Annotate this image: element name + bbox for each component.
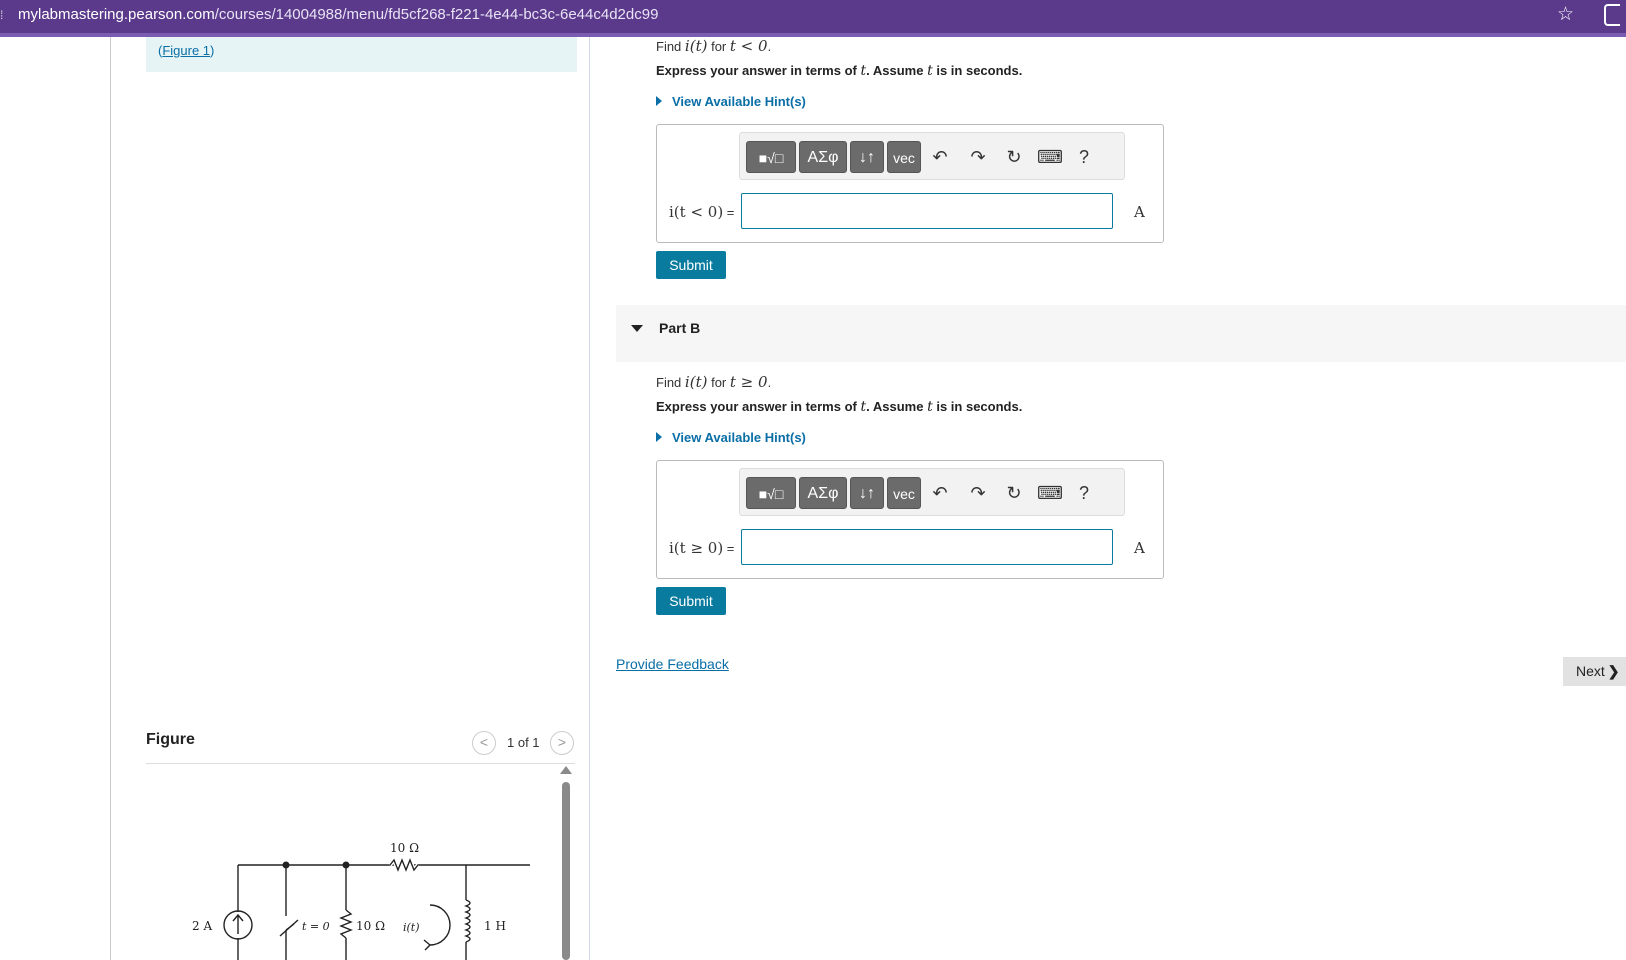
- part-a-hint-link[interactable]: View Available Hint(s): [656, 94, 806, 109]
- part-b-header[interactable]: Part B: [616, 305, 1626, 362]
- resistor-mid-label: 10 Ω: [356, 919, 385, 933]
- undo-icon[interactable]: ↶: [926, 141, 954, 173]
- part-b-equation-label: i(t ≥ 0) =: [669, 539, 735, 557]
- part-b-title: Part B: [659, 320, 701, 336]
- redo-icon[interactable]: ↷: [964, 141, 992, 173]
- current-arrow-icon: [429, 904, 451, 946]
- circuit-diagram: 2 A t = 0 10 Ω 10 Ω i(t) 1 H: [192, 841, 530, 960]
- greek-symbols-button[interactable]: ΑΣφ: [799, 477, 847, 509]
- figure-page-count: 1 of 1: [507, 735, 540, 750]
- scroll-up-arrow-icon[interactable]: [560, 766, 572, 774]
- left-panel-border: [110, 37, 111, 960]
- junction-node: [342, 861, 350, 869]
- chevron-right-icon: ❯: [1607, 663, 1620, 679]
- provide-feedback-link[interactable]: Provide Feedback: [616, 656, 729, 672]
- address-bar[interactable]: mylabmastering.pearson.com/courses/14004…: [18, 5, 658, 25]
- expand-triangle-icon: [656, 432, 662, 442]
- figure-pager: < 1 of 1 >: [472, 731, 578, 755]
- part-a-equation-label: i(t < 0) =: [669, 203, 735, 221]
- expand-triangle-icon: [656, 96, 662, 106]
- current-label: i(t): [403, 921, 420, 934]
- subscript-superscript-button[interactable]: ↓↑: [850, 141, 884, 173]
- part-a-answer-box: ■√□ ΑΣφ ↓↑ vec ↶ ↷ ↻ ⌨ ? i(t < 0) = A: [656, 124, 1164, 243]
- keyboard-icon[interactable]: ⌨: [1036, 477, 1064, 509]
- extensions-icon[interactable]: [1604, 4, 1620, 26]
- part-b-hint-link[interactable]: View Available Hint(s): [656, 430, 806, 445]
- part-a-unit: A: [1134, 203, 1145, 221]
- part-b-answer-box: ■√□ ΑΣφ ↓↑ vec ↶ ↷ ↻ ⌨ ? i(t ≥ 0) = A: [656, 460, 1164, 579]
- collapse-caret-icon: [631, 325, 643, 332]
- figure-prev-button[interactable]: <: [472, 731, 496, 755]
- resistor-10-ohm-vertical: [339, 909, 353, 939]
- help-icon[interactable]: ?: [1070, 477, 1098, 509]
- help-icon[interactable]: ?: [1070, 141, 1098, 173]
- part-b-prompt: Find i(t) for t ≥ 0.: [656, 373, 772, 391]
- source-label: 2 A: [192, 919, 212, 933]
- reset-icon[interactable]: ↻: [1000, 141, 1028, 173]
- junction-node: [282, 861, 290, 869]
- undo-icon[interactable]: ↶: [926, 477, 954, 509]
- figure-title: Figure: [146, 731, 195, 748]
- greek-symbols-button[interactable]: ΑΣφ: [799, 141, 847, 173]
- templates-button[interactable]: ■√□: [746, 477, 796, 509]
- inductor-icon: [464, 899, 471, 943]
- reset-icon[interactable]: ↻: [1000, 477, 1028, 509]
- figure-divider: [146, 763, 575, 764]
- redo-icon[interactable]: ↷: [964, 477, 992, 509]
- part-a-instructions: Express your answer in terms of t. Assum…: [656, 63, 1023, 79]
- part-b-submit-button[interactable]: Submit: [656, 587, 726, 615]
- switch-label: t = 0: [302, 920, 330, 933]
- part-b-answer-input[interactable]: [741, 529, 1113, 565]
- figure-scrollbar[interactable]: [562, 782, 570, 960]
- part-a-submit-button[interactable]: Submit: [656, 251, 726, 279]
- site-info-icon[interactable]: ⁞: [0, 8, 8, 22]
- vector-button[interactable]: vec: [887, 477, 921, 509]
- url-path: /courses/14004988/menu/fd5cf268-f221-4e4…: [214, 6, 659, 23]
- problem-intro-box: (Figure 1): [146, 37, 577, 72]
- math-toolbar: ■√□ ΑΣφ ↓↑ vec ↶ ↷ ↻ ⌨ ?: [739, 468, 1125, 516]
- vector-button[interactable]: vec: [887, 141, 921, 173]
- bookmark-star-icon[interactable]: ☆: [1557, 3, 1574, 26]
- math-toolbar: ■√□ ΑΣφ ↓↑ vec ↶ ↷ ↻ ⌨ ?: [739, 132, 1125, 180]
- figure-link-text: Figure 1: [162, 43, 211, 58]
- figure-next-button[interactable]: >: [550, 731, 574, 755]
- figure-link[interactable]: (Figure 1): [158, 43, 214, 58]
- part-a-answer-input[interactable]: [741, 193, 1113, 229]
- subscript-superscript-button[interactable]: ↓↑: [850, 477, 884, 509]
- resistor-top-label: 10 Ω: [390, 841, 419, 855]
- next-button[interactable]: Next ❯: [1563, 657, 1626, 686]
- part-b-instructions: Express your answer in terms of t. Assum…: [656, 399, 1023, 415]
- inductor-label: 1 H: [484, 919, 506, 933]
- browser-url-bar: ⁞ mylabmastering.pearson.com/courses/140…: [0, 0, 1626, 37]
- panel-divider: [589, 37, 590, 960]
- url-host: mylabmastering.pearson.com: [18, 6, 215, 23]
- part-a-prompt: Find i(t) for t < 0.: [656, 37, 772, 55]
- part-b-unit: A: [1134, 539, 1145, 557]
- keyboard-icon[interactable]: ⌨: [1036, 141, 1064, 173]
- templates-button[interactable]: ■√□: [746, 141, 796, 173]
